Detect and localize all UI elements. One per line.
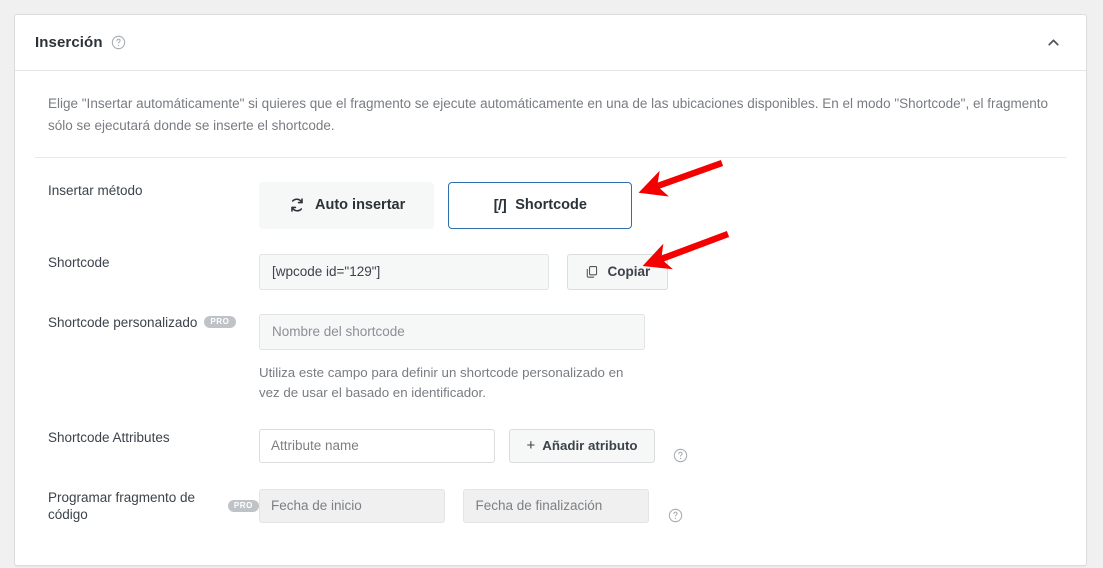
pro-badge-schedule: PRO (227, 500, 259, 513)
insert-method-label: Insertar método (48, 182, 143, 198)
panel-header: Inserción (15, 15, 1086, 71)
panel-body: Elige "Insertar automáticamente" si quie… (15, 71, 1086, 524)
pro-badge: PRO (204, 316, 236, 329)
custom-shortcode-control: Utiliza este campo para definir un short… (259, 313, 1066, 404)
row-schedule-snippet: Programar fragmento de código PRO (35, 488, 1066, 524)
copy-icon (585, 265, 599, 279)
shortcode-mode-button[interactable]: [/] Shortcode (448, 181, 633, 229)
insert-method-control: Auto insertar [/] Shortcode (259, 181, 1066, 229)
schedule-snippet-label-text: Programar fragmento de código (48, 489, 196, 523)
plus-icon: + (526, 437, 536, 455)
question-circle-icon[interactable] (111, 35, 126, 50)
insertion-panel: Inserción Elige "Insertar automáticament… (14, 14, 1087, 566)
shortcode-label: Shortcode (48, 254, 110, 270)
custom-shortcode-label: Shortcode personalizado PRO (35, 314, 259, 332)
insert-method-group: Auto insertar [/] Shortcode (259, 181, 1066, 229)
attribute-name-input[interactable] (259, 428, 495, 463)
schedule-snippet-label: Programar fragmento de código PRO (35, 489, 259, 524)
schedule-end-date-input[interactable] (463, 488, 650, 523)
panel-description: Elige "Insertar automáticamente" si quie… (35, 71, 1066, 158)
shortcode-mode-label: Shortcode (515, 197, 587, 214)
shortcode-control: Copiar (259, 253, 1066, 290)
screen: Inserción Elige "Insertar automáticament… (0, 0, 1103, 568)
copy-shortcode-label: Copiar (607, 264, 651, 280)
page-title: Inserción (35, 34, 103, 51)
shortcode-attributes-label: Shortcode Attributes (48, 429, 170, 445)
shortcode-attributes-question-circle-icon[interactable] (673, 448, 688, 463)
schedule-start-date-input[interactable] (259, 488, 445, 523)
row-insert-method: Insertar método Auto insertar [/] Shortc… (35, 181, 1066, 229)
auto-insert-button[interactable]: Auto insertar (259, 181, 435, 229)
copy-shortcode-button[interactable]: Copiar (567, 253, 669, 290)
custom-shortcode-hint: Utiliza este campo para definir un short… (259, 364, 624, 401)
add-attribute-button[interactable]: + Añadir atributo (509, 428, 655, 463)
schedule-snippet-control (259, 488, 1066, 523)
auto-insert-label: Auto insertar (315, 197, 406, 214)
sync-refresh-icon (288, 196, 306, 214)
row-custom-shortcode: Shortcode personalizado PRO Utiliza este… (35, 313, 1066, 404)
schedule-question-circle-icon[interactable] (668, 508, 683, 523)
row-shortcode-attributes: Shortcode Attributes + Añadir atributo (35, 428, 1066, 463)
shortcode-input[interactable] (259, 253, 549, 290)
custom-shortcode-label-text: Shortcode personalizado (48, 314, 198, 330)
code-brackets-icon: [/] (493, 196, 507, 214)
chevron-up-icon[interactable] (1042, 32, 1064, 54)
custom-shortcode-input[interactable] (259, 313, 645, 350)
shortcode-attributes-control: + Añadir atributo (259, 428, 1066, 463)
add-attribute-label: Añadir atributo (542, 438, 638, 454)
row-shortcode: Shortcode Copiar (35, 253, 1066, 290)
